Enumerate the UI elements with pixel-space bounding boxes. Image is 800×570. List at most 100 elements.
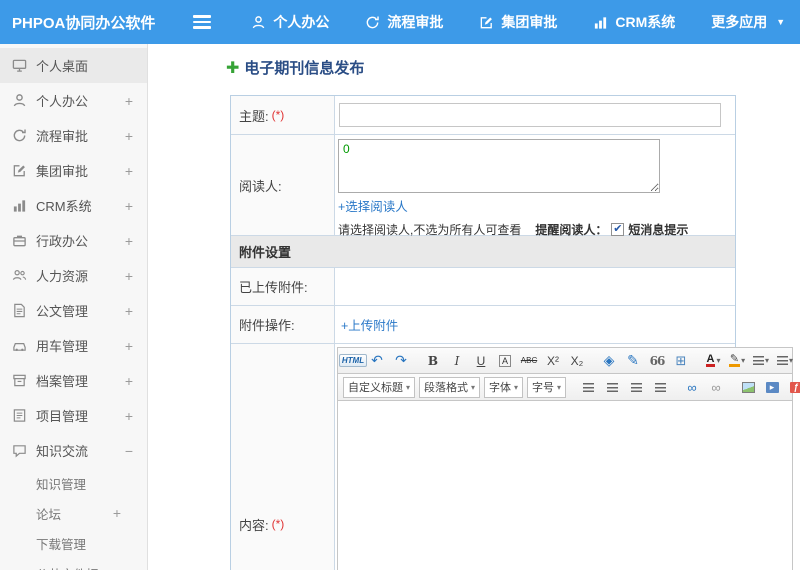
html-source-button[interactable]: HTML [338,350,368,372]
editor-toolbar-row2: 自定义标题▾段落格式▾字体▾字号▾∞∞▸ƒ✚ [337,374,800,401]
insert-table-button[interactable]: ⊞ [670,350,692,372]
highlight-color-button[interactable]: ✎ ▾ [726,350,748,372]
sidebar-item-human-resources[interactable]: 人力资源 + [0,258,147,293]
sidebar-item-workflow-approval[interactable]: 流程审批 + [0,118,147,153]
bold-button[interactable]: B [422,350,444,372]
sidebar-item-archive-management[interactable]: 档案管理 + [0,363,147,398]
bold-icon: B [427,353,439,368]
uploaded-attachments-value [335,268,735,305]
expand-icon[interactable]: + [125,233,133,249]
strikethrough-button[interactable]: ABC [518,350,540,372]
align-left-button[interactable] [577,376,599,398]
font-select[interactable]: 字体 ▾ [484,376,524,398]
expand-icon[interactable]: + [125,128,133,144]
sidebar-subitem-download-management[interactable]: 下载管理 [0,528,147,558]
heading-select[interactable]: 自定义标题 ▾ [343,376,416,398]
top-nav-crm-system[interactable]: CRM系统 [593,12,675,32]
top-nav-workflow-approval[interactable]: 流程审批 [365,12,443,32]
align-center-icon [606,382,618,392]
sidebar-subitem-label: 知识管理 [36,477,87,492]
subject-input[interactable] [339,103,721,127]
subscript-button[interactable]: X₂ [566,350,588,372]
italic-icon: I [454,353,460,368]
expand-icon[interactable]: + [125,303,133,319]
top-nav-personal-office[interactable]: 个人办公 [251,12,329,32]
format-painter-button[interactable]: ✎ [622,350,644,372]
insert-video-button[interactable]: ▸ [761,376,783,398]
redo-button[interactable]: ↷ [390,350,412,372]
align-justify-button[interactable] [649,376,671,398]
sidebar-item-document-management[interactable]: 公文管理 + [0,293,147,328]
font-border-button[interactable]: A [494,350,516,372]
expand-icon[interactable]: + [125,408,133,424]
readers-textarea[interactable]: 0 [338,139,660,193]
collapse-icon[interactable]: − [125,443,133,459]
sidebar-item-group-approval[interactable]: 集团审批 + [0,153,147,188]
fontsize-select[interactable]: 字号 ▾ [527,376,567,398]
italic-button[interactable]: I [446,350,468,372]
sms-checkbox[interactable]: ✔ [611,223,625,236]
sidebar-item-label: 知识交流 [36,444,89,459]
sidebar-subitem-public-file-cabinet[interactable]: 公共文件柜 [0,558,147,570]
top-nav-label: 更多应用 [711,14,768,30]
app-logo[interactable]: PHPOA协同办公软件 [0,12,171,33]
sidebar-subitem-forum[interactable]: 论坛 + [0,498,147,528]
fontsize-select-value: 字号 [532,382,555,394]
chart-icon [12,198,27,213]
expand-icon[interactable]: + [125,268,133,284]
remove-link-button[interactable]: ∞ [705,376,727,398]
main-content: ✚ 电子期刊信息发布 主题: (*) 阅读人: 0 +选择阅读人 请选择阅读人,… [149,44,800,570]
caret-down-icon: ▾ [764,356,769,365]
sidebar-item-vehicle-management[interactable]: 用车管理 + [0,328,147,363]
align-center-button[interactable] [601,376,623,398]
editor-content-area[interactable] [337,401,793,570]
expand-icon[interactable]: + [125,93,133,109]
select-readers-link[interactable]: +选择阅读人 [338,200,408,214]
ordered-list-button[interactable]: ▾ [750,350,772,372]
edit-icon [479,15,494,30]
top-nav-more-apps[interactable]: 更多应用 ▼ [711,12,785,32]
font-border-icon: A [498,354,511,367]
sidebar-item-personal-desktop[interactable]: 个人桌面 [0,48,147,83]
font-color-button[interactable]: A ▾ [702,350,724,372]
paragraph-select[interactable]: 段落格式 ▾ [419,376,481,398]
blockquote-button[interactable]: 66 [646,350,668,372]
insert-image-button[interactable] [737,376,759,398]
top-nav-group-approval[interactable]: 集团审批 [479,12,557,32]
sidebar-subitem-knowledge-management[interactable]: 知识管理 [0,468,147,498]
superscript-button[interactable]: X² [542,350,564,372]
briefcase-icon [12,233,27,248]
attachment-action-label: 附件操作: [239,318,295,333]
underline-button[interactable]: U [470,350,492,372]
attachment-section-title: 附件设置 [239,245,292,260]
remove-link-icon: ∞ [711,379,721,395]
expand-icon[interactable]: + [113,505,121,521]
menu-toggle-icon[interactable] [193,15,212,29]
sidebar: 个人桌面 个人办公 + 流程审批 + 集团审批 + CRM系统 + 行政办公 + 人力资源 + 公文管理 +… [0,44,148,570]
expand-icon[interactable]: + [125,198,133,214]
insert-link-button[interactable]: ∞ [681,376,703,398]
html-source-icon: HTML [338,354,368,367]
align-right-button[interactable] [625,376,647,398]
top-nav: 个人办公 流程审批 集团审批 CRM系统 更多应用 ▼ [251,12,785,32]
page-title: 电子期刊信息发布 [244,60,365,77]
sidebar-item-label: 集团审批 [36,164,89,179]
chart-icon [593,15,608,30]
sidebar-item-admin-office[interactable]: 行政办公 + [0,223,147,258]
required-mark: (*) [271,517,285,531]
page-title-row: ✚ 电子期刊信息发布 [226,57,364,78]
remove-format-button[interactable]: ◈ [598,350,620,372]
attachment-action-label-cell: 附件操作: [231,306,335,343]
insert-flash-button[interactable]: ƒ [785,376,800,398]
upload-attachment-link[interactable]: +上传附件 [341,315,398,334]
expand-icon[interactable]: + [125,338,133,354]
sidebar-item-knowledge-exchange[interactable]: 知识交流 − [0,433,147,468]
sidebar-item-crm-system[interactable]: CRM系统 + [0,188,147,223]
unordered-list-button[interactable]: ▾ [774,350,796,372]
expand-icon[interactable]: + [125,163,133,179]
expand-icon[interactable]: + [125,373,133,389]
caret-down-icon: ▾ [471,382,476,392]
sidebar-item-project-management[interactable]: 项目管理 + [0,398,147,433]
sidebar-item-personal-office[interactable]: 个人办公 + [0,83,147,118]
undo-button[interactable]: ↶ [366,350,388,372]
